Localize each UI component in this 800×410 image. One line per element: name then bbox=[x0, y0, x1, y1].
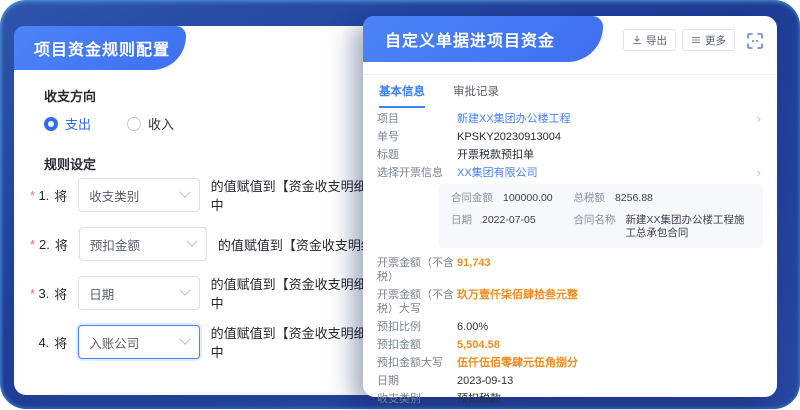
field-row-invoice-info: 选择开票信息 XX集团有限公司 › bbox=[377, 166, 763, 180]
rule-number: 1. bbox=[38, 188, 49, 203]
category-value: 预扣税款 bbox=[457, 392, 501, 406]
rule-number: 2. bbox=[39, 237, 50, 252]
field-row-invoice-amount: 开票金额（不含税） 91,743 bbox=[377, 256, 763, 284]
project-link[interactable]: 新建XX集团办公楼工程 bbox=[457, 112, 571, 126]
invoice-company-link[interactable]: XX集团有限公司 bbox=[457, 166, 538, 180]
cell-label: 日期 bbox=[451, 214, 472, 240]
detail-tabs: 基本信息 审批记录 bbox=[379, 83, 499, 108]
field-row-doc-number: 单号 KPSKY20230913004 bbox=[377, 130, 763, 144]
rules-section-label: 规则设定 bbox=[44, 154, 96, 173]
rule-number: 4. bbox=[38, 335, 49, 350]
doc-title-value: 开票税款预扣单 bbox=[457, 148, 534, 162]
contract-amount-cell: 合同金额 100000.00 bbox=[451, 192, 573, 205]
field-label: 项目 bbox=[377, 112, 457, 126]
panel-toolbar: 导出 更多 bbox=[623, 29, 735, 51]
contract-info-box: 合同金额 100000.00 总税额 8256.88 日期 2022-07-05… bbox=[439, 184, 763, 248]
field-row-withholding-ratio: 预扣比例 6.00% bbox=[377, 320, 763, 334]
cell-value: 新建XX集团办公楼工程施工总承包合同 bbox=[625, 214, 751, 240]
field-label: 预扣金额 bbox=[377, 338, 457, 352]
field-row-project: 项目 新建XX集团办公楼工程 › bbox=[377, 112, 763, 126]
cell-value: 100000.00 bbox=[503, 192, 553, 205]
field-label: 开票金额（不含税）大写 bbox=[377, 288, 457, 316]
field-label: 开票金额（不含税） bbox=[377, 256, 457, 284]
withholding-amount-words-value: 伍仟伍佰零肆元伍角捌分 bbox=[457, 356, 578, 370]
rule-1-field-select[interactable]: 收支类别 bbox=[78, 178, 199, 212]
chevron-down-icon bbox=[179, 187, 190, 198]
detail-fields: 项目 新建XX集团办公楼工程 › 单号 KPSKY20230913004 标题 … bbox=[377, 112, 763, 410]
chevron-down-icon bbox=[179, 285, 190, 296]
field-label: 预扣比例 bbox=[377, 320, 457, 334]
expand-icon bbox=[746, 32, 764, 50]
rule-3-field-select[interactable]: 日期 bbox=[78, 276, 199, 310]
required-asterisk: * bbox=[30, 237, 39, 252]
field-label: 标题 bbox=[377, 148, 457, 162]
doc-number-value: KPSKY20230913004 bbox=[457, 130, 561, 144]
export-icon bbox=[632, 35, 642, 45]
required-asterisk: * bbox=[30, 286, 38, 301]
cell-value: 2022-07-05 bbox=[482, 214, 536, 240]
rule-number: 3. bbox=[38, 286, 49, 301]
custom-document-panel: 自定义单据进项目资金 导出 更多 基本信息 bbox=[363, 16, 777, 397]
radio-income[interactable]: 收入 bbox=[127, 114, 174, 133]
contract-date-cell: 日期 2022-07-05 bbox=[451, 214, 573, 240]
field-row-title: 标题 开票税款预扣单 bbox=[377, 148, 763, 162]
fullscreen-expand-button[interactable] bbox=[746, 32, 764, 50]
total-tax-cell: 总税额 8256.88 bbox=[573, 192, 751, 205]
field-row-withholding-amount: 预扣金额 5,504.58 bbox=[377, 338, 763, 352]
tab-basic-info[interactable]: 基本信息 bbox=[379, 83, 425, 108]
cell-value: 8256.88 bbox=[615, 192, 653, 205]
more-icon bbox=[691, 35, 701, 45]
rule-word: 将 bbox=[54, 284, 67, 303]
invoice-amount-words-value: 玖万壹仟柒佰肆拾叁元整 bbox=[457, 288, 578, 302]
custom-document-panel-title: 自定义单据进项目资金 bbox=[363, 16, 603, 62]
invoice-amount-value: 91,743 bbox=[457, 256, 491, 270]
field-label: 预扣金额大写 bbox=[377, 356, 457, 370]
export-button-label: 导出 bbox=[646, 33, 667, 48]
cell-label: 合同金额 bbox=[451, 192, 493, 205]
radio-selected-icon bbox=[44, 117, 58, 131]
rule-4-field-select[interactable]: 入账公司 bbox=[78, 325, 199, 359]
rule-2-select-value: 预扣金额 bbox=[90, 235, 140, 254]
tab-approval-record[interactable]: 审批记录 bbox=[453, 83, 499, 108]
chevron-right-icon[interactable]: › bbox=[757, 112, 761, 126]
withholding-amount-value: 5,504.58 bbox=[457, 338, 500, 352]
direction-section-label: 收支方向 bbox=[44, 86, 96, 105]
radio-expenditure[interactable]: 支出 bbox=[44, 114, 91, 133]
field-label: 收支类别 bbox=[377, 392, 457, 406]
field-row-invoice-amount-words: 开票金额（不含税）大写 玖万壹仟柒佰肆拾叁元整 bbox=[377, 288, 763, 316]
app-frame: 项目资金规则配置 收支方向 支出 收入 规则设定 * 1. 将 收支类别 的值赋… bbox=[0, 0, 800, 409]
more-button[interactable]: 更多 bbox=[682, 29, 735, 51]
rule-word: 将 bbox=[54, 333, 67, 352]
cell-label: 合同名称 bbox=[573, 214, 615, 240]
more-button-label: 更多 bbox=[705, 33, 726, 48]
contract-name-cell: 合同名称 新建XX集团办公楼工程施工总承包合同 bbox=[573, 214, 751, 240]
date-value: 2023-09-13 bbox=[457, 374, 513, 388]
field-row-withholding-amount-words: 预扣金额大写 伍仟伍佰零肆元伍角捌分 bbox=[377, 356, 763, 370]
rule-2-field-select[interactable]: 预扣金额 bbox=[79, 227, 207, 261]
required-asterisk: * bbox=[30, 188, 38, 203]
rule-3-select-value: 日期 bbox=[89, 284, 114, 303]
rule-1-select-value: 收支类别 bbox=[89, 186, 139, 205]
radio-expenditure-label: 支出 bbox=[65, 114, 91, 133]
field-label: 单号 bbox=[377, 130, 457, 144]
radio-income-label: 收入 bbox=[148, 114, 174, 133]
field-label: 选择开票信息 bbox=[377, 166, 457, 180]
rule-4-select-value: 入账公司 bbox=[89, 333, 139, 352]
chevron-down-icon bbox=[179, 334, 190, 345]
direction-radio-group: 支出 收入 bbox=[44, 114, 174, 133]
withholding-ratio-value: 6.00% bbox=[457, 320, 488, 334]
chevron-down-icon bbox=[186, 236, 197, 247]
rule-word: 将 bbox=[55, 235, 68, 254]
field-row-date: 日期 2023-09-13 bbox=[377, 374, 763, 388]
header-divider bbox=[363, 74, 777, 75]
rule-word: 将 bbox=[54, 186, 67, 205]
export-button[interactable]: 导出 bbox=[623, 29, 676, 51]
rule-config-panel-title: 项目资金规则配置 bbox=[14, 26, 186, 70]
field-label: 日期 bbox=[377, 374, 457, 388]
radio-unselected-icon bbox=[127, 117, 141, 131]
chevron-right-icon[interactable]: › bbox=[757, 166, 761, 180]
cell-label: 总税额 bbox=[573, 192, 605, 205]
field-row-category: 收支类别 预扣税款 bbox=[377, 392, 763, 406]
